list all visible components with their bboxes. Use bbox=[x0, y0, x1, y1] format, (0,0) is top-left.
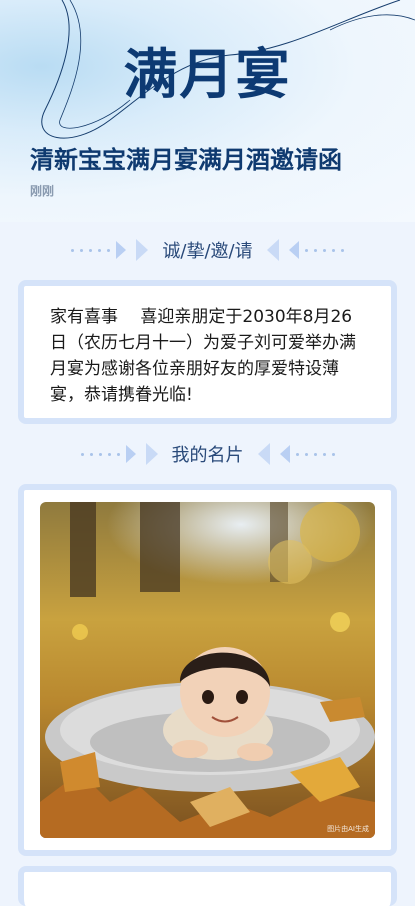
hero-banner: 满月宴 bbox=[0, 0, 415, 222]
invite-text: 家有喜事 喜迎亲朋定于2030年8月26日（农历七月十一）为爱子刘可爱举办满月宴… bbox=[50, 307, 356, 405]
invite-heading: 诚/挚/邀/请 bbox=[162, 241, 253, 262]
photo-watermark: 图片由AI生成 bbox=[327, 825, 369, 833]
card-heading: 我的名片 bbox=[171, 445, 244, 466]
divider-dots-right bbox=[257, 443, 335, 465]
divider-dots-right bbox=[266, 239, 344, 261]
divider-dots-left bbox=[71, 239, 149, 261]
next-card bbox=[18, 866, 397, 906]
profile-card: 图片由AI生成 bbox=[18, 484, 397, 856]
baby-photo-illustration bbox=[40, 502, 375, 838]
divider-dots-left bbox=[80, 443, 158, 465]
post-time: 刚刚 bbox=[30, 184, 55, 198]
baby-photo[interactable]: 图片由AI生成 bbox=[40, 502, 375, 838]
page-title: 清新宝宝满月宴满月酒邀请函 bbox=[30, 146, 342, 174]
section-divider-invite: 诚/挚/邀/请 bbox=[0, 235, 415, 265]
invite-card: 家有喜事 喜迎亲朋定于2030年8月26日（农历七月十一）为爱子刘可爱举办满月宴… bbox=[18, 280, 397, 424]
hero-title: 满月宴 bbox=[123, 43, 292, 106]
section-divider-card: 我的名片 bbox=[0, 439, 415, 469]
